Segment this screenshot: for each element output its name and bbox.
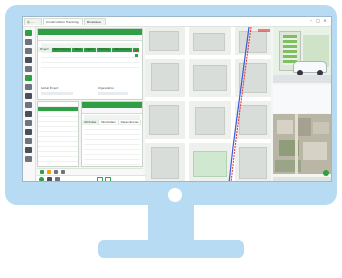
zoom-in-icon[interactable] <box>97 177 103 181</box>
route-overlay <box>228 27 252 181</box>
tab-home[interactable]: Ⓖ ... <box>24 18 42 25</box>
route-line-blue <box>228 27 250 181</box>
tab-tasks[interactable]: Tasks <box>72 47 85 52</box>
application-window: Ⓖ ... Construction Tracking Bluebase – □… <box>22 16 332 182</box>
project-field[interactable] <box>41 92 73 95</box>
property-tabs: Attributes Parameters Dependencies <box>82 108 142 125</box>
property-panel: Attributes Parameters Dependencies <box>81 101 143 167</box>
edit-icon[interactable] <box>25 102 32 108</box>
tab-label: Ⓖ ... <box>27 20 34 24</box>
stop-icon[interactable] <box>47 177 52 181</box>
tab-agent[interactable]: Agent <box>84 47 97 52</box>
tab-dependencies[interactable]: Dependencies <box>119 120 142 125</box>
tab-bluebase[interactable]: Bluebase <box>84 18 106 25</box>
map-view[interactable] <box>145 27 271 181</box>
select-tool-icon[interactable] <box>25 30 32 36</box>
layers-icon[interactable] <box>25 57 32 63</box>
row-status-markers <box>135 49 139 69</box>
tool-bar <box>23 27 36 181</box>
render-preview-building[interactable] <box>273 27 331 83</box>
add-icon[interactable] <box>40 170 44 174</box>
settings-icon[interactable] <box>25 84 32 90</box>
tab-parameters[interactable]: Parameters <box>99 120 119 125</box>
monitor-stand-neck <box>148 205 194 241</box>
tab-construction-tracking[interactable]: Construction Tracking <box>43 18 83 25</box>
table-row[interactable] <box>41 63 139 68</box>
organization-label: Organization <box>98 87 114 90</box>
tab-label: Bluebase <box>87 20 101 24</box>
move-tool-icon[interactable] <box>25 39 32 45</box>
zoom-out-icon[interactable] <box>105 177 111 181</box>
measure-icon[interactable] <box>25 48 32 54</box>
link-icon[interactable] <box>25 111 32 117</box>
tab-attributes[interactable]: Attributes <box>82 120 100 125</box>
tab-attachments[interactable]: Attachments <box>112 47 133 52</box>
project-panel: Construction Tracking Project Performance… <box>37 28 143 100</box>
aerial-building <box>277 120 293 134</box>
route-line-red <box>230 27 252 181</box>
chart-icon[interactable] <box>25 120 32 126</box>
side-status-bar <box>273 177 331 181</box>
aerial-building <box>313 122 329 134</box>
delete-icon[interactable] <box>61 170 65 174</box>
property-row[interactable] <box>84 160 140 165</box>
expand-view-icon[interactable] <box>323 170 329 176</box>
tab-tracking[interactable]: Tracking <box>97 47 112 52</box>
document-icon[interactable] <box>25 147 32 153</box>
tree-item[interactable] <box>38 157 78 162</box>
maximize-button[interactable]: □ <box>315 18 321 24</box>
monitor-frame: Ⓖ ... Construction Tracking Bluebase – □… <box>5 5 337 205</box>
export-icon[interactable] <box>25 156 32 162</box>
element-tree <box>37 101 79 167</box>
title-bar: Ⓖ ... Construction Tracking Bluebase – □… <box>23 17 331 27</box>
street <box>273 75 331 83</box>
minimize-button[interactable]: – <box>308 18 314 24</box>
panel-title: Construction Tracking <box>41 41 74 45</box>
camera-icon[interactable] <box>25 66 32 72</box>
aerial-road <box>295 114 298 174</box>
edit-icon[interactable] <box>47 170 51 174</box>
tab-performance[interactable]: Performance <box>52 47 73 52</box>
filter-icon[interactable] <box>25 93 32 99</box>
aerial-view[interactable] <box>273 114 331 174</box>
panel-tabs: Project Performance Tasks Agent Tracking Atta… <box>38 35 142 52</box>
monitor-stand-base <box>98 240 244 258</box>
status-red-icon <box>135 49 138 52</box>
add-icon[interactable] <box>25 75 32 81</box>
aerial-building <box>297 118 311 136</box>
copy-icon[interactable] <box>54 170 58 174</box>
map-marker[interactable] <box>258 29 270 32</box>
power-button <box>168 188 182 202</box>
close-button[interactable]: × <box>322 18 328 24</box>
global-project-label: Global Project <box>41 87 59 90</box>
tab-label: Construction Tracking <box>46 20 79 24</box>
status-green-icon <box>135 54 138 57</box>
step-icon[interactable] <box>55 177 60 181</box>
aerial-building <box>303 142 327 160</box>
calendar-icon[interactable] <box>25 129 32 135</box>
task-table <box>38 41 142 70</box>
play-icon[interactable] <box>39 177 44 181</box>
tab-project[interactable]: Project <box>38 47 52 52</box>
blank-panel <box>273 85 331 113</box>
user-icon[interactable] <box>25 138 32 144</box>
organization-field[interactable] <box>98 92 128 95</box>
panel-action-bar <box>37 168 143 175</box>
